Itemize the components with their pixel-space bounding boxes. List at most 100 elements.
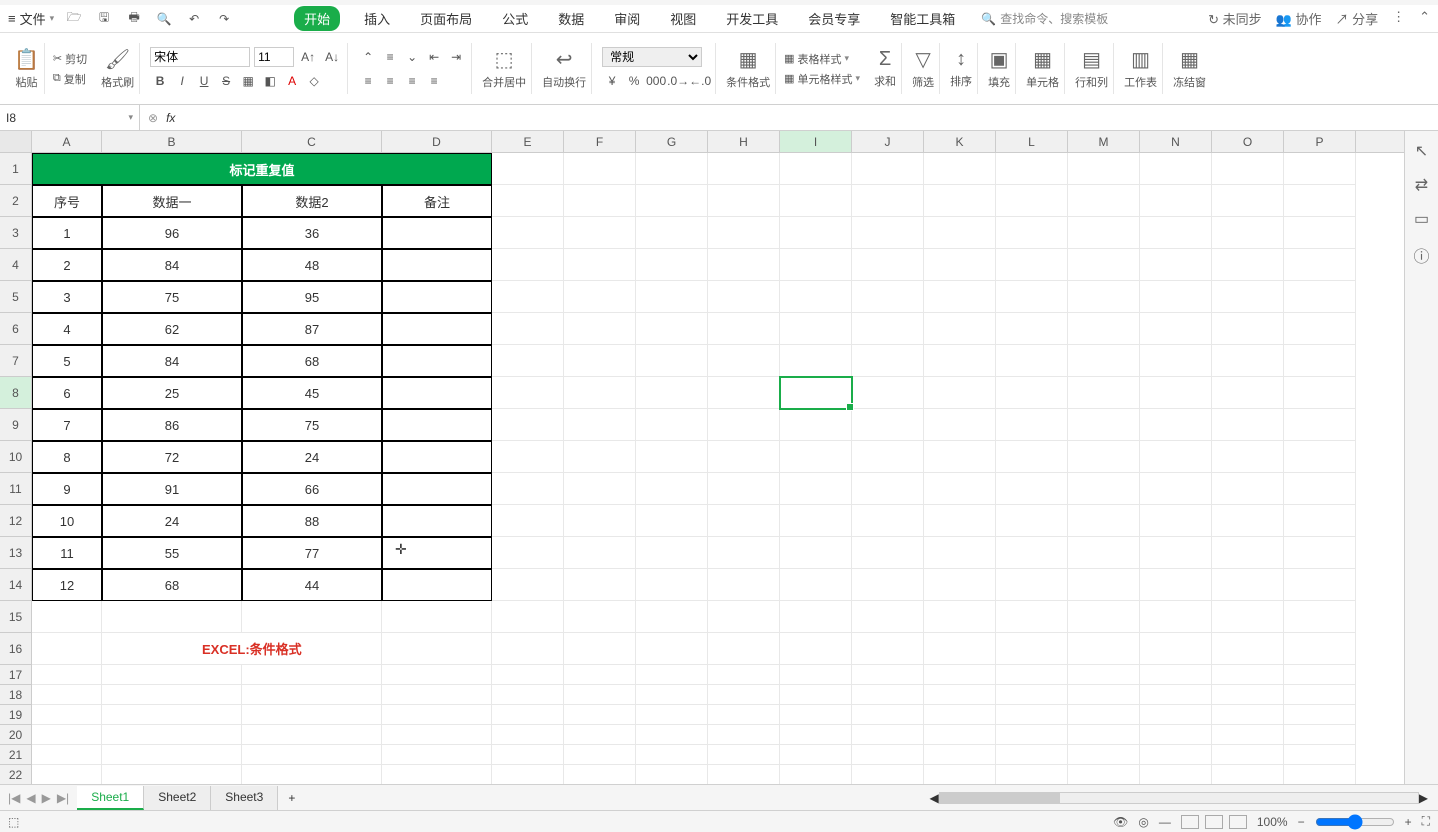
cell[interactable]: [636, 705, 708, 725]
cell[interactable]: [1284, 685, 1356, 705]
cell[interactable]: [382, 705, 492, 725]
cell[interactable]: [924, 537, 996, 569]
cell[interactable]: [492, 665, 564, 685]
cell[interactable]: [708, 185, 780, 217]
cell[interactable]: [708, 745, 780, 765]
ribbon-tab[interactable]: 数据: [552, 6, 590, 31]
cell[interactable]: [924, 633, 996, 665]
tab-prev-icon[interactable]: ◀: [26, 791, 35, 805]
cell[interactable]: [382, 505, 492, 537]
column-header[interactable]: H: [708, 131, 780, 152]
row-header[interactable]: 22: [0, 765, 32, 784]
cell[interactable]: [1068, 217, 1140, 249]
cell[interactable]: [1284, 537, 1356, 569]
cell[interactable]: [564, 217, 636, 249]
cell[interactable]: [780, 765, 852, 784]
cell[interactable]: [1140, 537, 1212, 569]
cell[interactable]: [1212, 725, 1284, 745]
cell[interactable]: [1068, 441, 1140, 473]
cell[interactable]: [1068, 249, 1140, 281]
cell[interactable]: [242, 745, 382, 765]
scroll-right-icon[interactable]: ▶: [1419, 791, 1428, 805]
ribbon-tab[interactable]: 公式: [496, 6, 534, 31]
cell[interactable]: [1140, 281, 1212, 313]
cell[interactable]: [636, 473, 708, 505]
cell[interactable]: [780, 345, 852, 377]
cell[interactable]: [924, 249, 996, 281]
conditional-format-button[interactable]: ▦条件格式: [726, 47, 770, 90]
command-search[interactable]: 🔍 查找命令、搜索模板: [981, 10, 1108, 27]
italic-button[interactable]: I: [172, 71, 192, 91]
font-name-selector[interactable]: [150, 47, 250, 67]
cell[interactable]: [1140, 505, 1212, 537]
cell[interactable]: [996, 745, 1068, 765]
cell[interactable]: [1212, 537, 1284, 569]
row-header[interactable]: 7: [0, 345, 32, 377]
cell[interactable]: [1140, 633, 1212, 665]
cell[interactable]: [1212, 249, 1284, 281]
column-header[interactable]: B: [102, 131, 242, 152]
row-header[interactable]: 4: [0, 249, 32, 281]
cell[interactable]: [996, 217, 1068, 249]
name-box[interactable]: I8▾: [0, 105, 140, 130]
cell[interactable]: [102, 705, 242, 725]
page-layout-view-icon[interactable]: [1205, 815, 1223, 829]
row-header[interactable]: 19: [0, 705, 32, 725]
ribbon-tab[interactable]: 智能工具箱: [884, 6, 961, 31]
cell[interactable]: [996, 601, 1068, 633]
cell[interactable]: [708, 765, 780, 784]
horizontal-scrollbar[interactable]: [939, 792, 1419, 804]
cell[interactable]: [636, 345, 708, 377]
cell[interactable]: [492, 153, 564, 185]
align-right-icon[interactable]: ≡: [402, 71, 422, 91]
cell[interactable]: [852, 765, 924, 784]
cell[interactable]: 10: [32, 505, 102, 537]
ribbon-tab[interactable]: 开发工具: [720, 6, 784, 31]
column-header[interactable]: G: [636, 131, 708, 152]
cell[interactable]: 5: [32, 345, 102, 377]
row-header[interactable]: 3: [0, 217, 32, 249]
cell[interactable]: [708, 569, 780, 601]
font-size-selector[interactable]: [254, 47, 294, 67]
ribbon-tab[interactable]: 插入: [358, 6, 396, 31]
cell[interactable]: [1140, 765, 1212, 784]
fill-button[interactable]: ▣填充: [988, 47, 1010, 90]
cell[interactable]: [492, 765, 564, 784]
help-icon[interactable]: ⓘ: [1413, 243, 1429, 267]
row-header[interactable]: 8: [0, 377, 32, 409]
thousand-icon[interactable]: 000: [646, 71, 666, 91]
cell[interactable]: [996, 377, 1068, 409]
view-dash-icon[interactable]: —: [1159, 815, 1171, 829]
spreadsheet-grid[interactable]: ABCDEFGHIJKLMNOP 1标记重复值2序号数据一数据2备注319636…: [0, 131, 1404, 784]
cell[interactable]: [382, 745, 492, 765]
cell[interactable]: 88: [242, 505, 382, 537]
cell[interactable]: [564, 185, 636, 217]
align-middle-icon[interactable]: ≡: [380, 47, 400, 67]
cell[interactable]: [1284, 185, 1356, 217]
cell[interactable]: 标记重复值: [32, 153, 492, 185]
cell[interactable]: [1212, 409, 1284, 441]
cell[interactable]: [996, 345, 1068, 377]
cell[interactable]: [564, 685, 636, 705]
cell[interactable]: [32, 765, 102, 784]
column-header[interactable]: O: [1212, 131, 1284, 152]
cell[interactable]: [780, 377, 852, 409]
cell[interactable]: 12: [32, 569, 102, 601]
cell[interactable]: [382, 473, 492, 505]
cell[interactable]: [708, 537, 780, 569]
cell[interactable]: [996, 665, 1068, 685]
cell[interactable]: [1212, 705, 1284, 725]
cell[interactable]: [852, 601, 924, 633]
cell[interactable]: [242, 685, 382, 705]
cell[interactable]: [636, 313, 708, 345]
cell[interactable]: [708, 601, 780, 633]
print-preview-icon[interactable]: 🔍: [154, 9, 174, 29]
row-header[interactable]: 12: [0, 505, 32, 537]
cell[interactable]: [564, 725, 636, 745]
cell[interactable]: [382, 345, 492, 377]
cell[interactable]: [996, 725, 1068, 745]
cell[interactable]: 55: [102, 537, 242, 569]
file-menu[interactable]: ≡文件▾: [8, 9, 54, 28]
cell[interactable]: [1284, 473, 1356, 505]
row-header[interactable]: 5: [0, 281, 32, 313]
